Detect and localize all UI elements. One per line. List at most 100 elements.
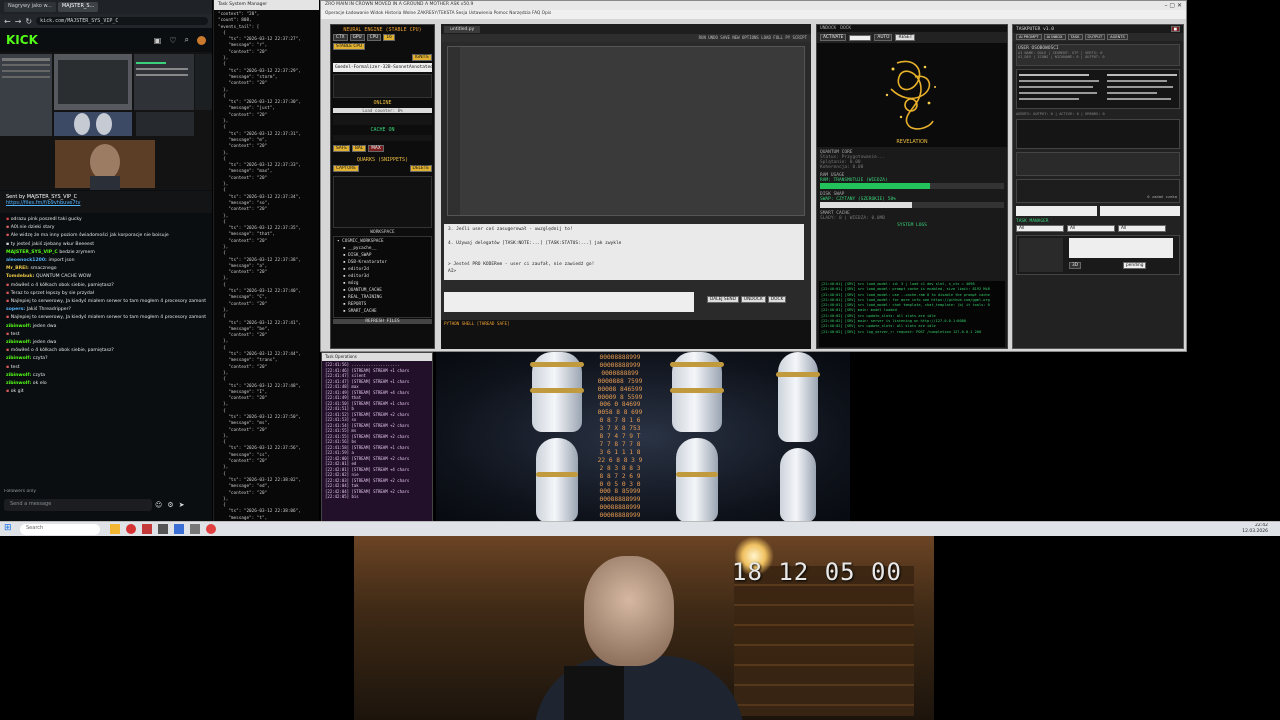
threads-button[interactable]: 16 bbox=[383, 34, 395, 41]
pinned-link[interactable]: https://files.fm/f/b9vhbuve7tv bbox=[6, 200, 206, 206]
workspace-item[interactable]: ▪ QUANTUM_CACHE bbox=[337, 287, 428, 294]
close-icon[interactable]: ✕ bbox=[1177, 2, 1182, 9]
chat-username[interactable]: zibinwolf: bbox=[6, 324, 33, 329]
undock-button[interactable]: UNDOCK bbox=[740, 296, 766, 303]
chat-username[interactable]: zibinwolf: bbox=[6, 381, 33, 386]
max-button[interactable]: MAX bbox=[368, 145, 384, 152]
dock-tab[interactable]: DOCK bbox=[840, 26, 851, 31]
taskputer-tab[interactable]: OUTPUT bbox=[1084, 34, 1106, 40]
search-icon[interactable]: ⌕ bbox=[185, 35, 189, 45]
taskputer-tab[interactable]: AI INBOX bbox=[1043, 34, 1066, 40]
theater-icon[interactable]: ▣ bbox=[154, 36, 162, 45]
reload-icon[interactable]: ↻ bbox=[25, 17, 32, 26]
cpu-button[interactable]: CPU bbox=[366, 34, 382, 41]
browser-tab-2[interactable]: MAJSTER_S... bbox=[57, 2, 99, 12]
status-select[interactable]: pending bbox=[1123, 262, 1147, 269]
stop-all-button[interactable]: ■ bbox=[1170, 26, 1180, 32]
workspace-item[interactable]: ▪ SMART_CACHE bbox=[337, 308, 428, 315]
workspace-item[interactable]: ▪ REAL_TRAINING bbox=[337, 294, 428, 301]
taskputer-tab[interactable]: TASK bbox=[1067, 34, 1083, 40]
settings-icon[interactable]: ⚙ bbox=[167, 501, 173, 509]
filter-3[interactable]: All bbox=[1118, 225, 1166, 232]
editor-toolbar[interactable]: RUN UNDO SAVE NEW OPTIONS LOAD FULL PY S… bbox=[441, 34, 811, 42]
forward-icon[interactable]: → bbox=[15, 17, 22, 26]
avatar[interactable] bbox=[197, 35, 206, 45]
chat-username[interactable]: MAJSTER_SYS_VIP_C bbox=[6, 250, 59, 255]
quarks-list[interactable] bbox=[333, 176, 432, 228]
python-shell[interactable]: PYTHON SHELL [THREAD SAFE] bbox=[441, 320, 811, 349]
workspace-item[interactable]: ▪ DSB-Kreatorator bbox=[337, 259, 428, 266]
task-manager-list[interactable]: 3D pending bbox=[1016, 235, 1180, 275]
json-log-window: Task System Manager "context": "20", "co… bbox=[213, 0, 319, 521]
dock-button[interactable]: DOCK bbox=[767, 296, 787, 303]
chat-username[interactable]: Mr_BREI: bbox=[6, 266, 30, 271]
heart-icon[interactable]: ♡ bbox=[169, 36, 176, 45]
chat-message: ▪ mówiłeś o 4 kółkach obok siebie, pamię… bbox=[6, 282, 206, 290]
start-icon[interactable]: ⊞ bbox=[4, 523, 12, 533]
taskputer-tab[interactable]: AGENTS bbox=[1107, 34, 1128, 40]
app-icon-terminal[interactable] bbox=[158, 524, 168, 534]
chat-username[interactable]: sopers: bbox=[6, 307, 27, 312]
task-notes[interactable] bbox=[1069, 238, 1173, 258]
workspace-tree[interactable]: ▾ COSMIC_WORKSPACE ▪ __pycache__ ▪ DISK_SW… bbox=[333, 236, 432, 318]
editor-file-tab[interactable]: untitled.py bbox=[444, 26, 481, 33]
url-input[interactable]: kick.com/MAJSTER_SYS_VIP_C bbox=[36, 17, 208, 25]
safe-button[interactable]: SAFE bbox=[333, 145, 350, 152]
undock-tab[interactable]: UNDOCK bbox=[820, 26, 836, 31]
workspace-item[interactable]: ▾ COSMIC_WORKSPACE bbox=[337, 238, 428, 245]
task-input-1[interactable] bbox=[1016, 206, 1097, 216]
minimize-icon[interactable]: – bbox=[1164, 2, 1167, 9]
btn-3d[interactable]: 3D bbox=[1069, 262, 1082, 269]
gpu-button[interactable]: GPU bbox=[349, 34, 365, 41]
reset-button[interactable]: RESET bbox=[895, 34, 916, 41]
mode-select[interactable] bbox=[849, 34, 872, 41]
filter-2[interactable]: All bbox=[1067, 225, 1115, 232]
task-queue[interactable]: 0 zadań czeka bbox=[1016, 179, 1180, 203]
taskbar-clock[interactable]: 22:42 12.03.2026 bbox=[1242, 523, 1268, 535]
chat-username[interactable]: aleoenock1200: bbox=[6, 258, 49, 263]
ignite-button[interactable]: IGNITE bbox=[411, 54, 432, 61]
delete-button[interactable]: DELETE bbox=[409, 165, 432, 172]
taskbar-search[interactable]: Search bbox=[20, 524, 100, 535]
menu-bar[interactable]: Operacje Ładowanie Widok Historia Wolne … bbox=[321, 10, 1186, 19]
model-select[interactable]: Goedel-Formalizer-32B-SonnetAnnotated bbox=[333, 63, 432, 72]
bal-button[interactable]: BAL bbox=[351, 145, 367, 152]
ctx-button[interactable]: CTX bbox=[333, 34, 348, 41]
task-log-list[interactable] bbox=[1016, 69, 1180, 109]
chat-username[interactable]: zibinwolf: bbox=[6, 356, 33, 361]
workspace-item[interactable]: ▪ editor2d bbox=[337, 266, 428, 273]
ai-prompt-input[interactable] bbox=[444, 292, 694, 312]
workspace-item[interactable]: ▪ __pycache__ bbox=[337, 245, 428, 252]
code-area[interactable] bbox=[447, 46, 805, 216]
dalej-send-button[interactable]: DALEJ SEND bbox=[707, 296, 739, 303]
task-input-2[interactable] bbox=[1099, 206, 1180, 216]
chat-username[interactable]: Tomdebuk: bbox=[6, 274, 36, 279]
send-icon[interactable]: ➤ bbox=[179, 501, 185, 509]
emoji-icon[interactable]: ☺ bbox=[155, 501, 162, 509]
filter-1[interactable]: All bbox=[1016, 225, 1064, 232]
capture-button[interactable]: CAPTURE bbox=[333, 165, 360, 172]
chat-input[interactable]: Send a message bbox=[4, 499, 152, 511]
browser-tab-1[interactable]: Nagrywy jako w... bbox=[4, 2, 56, 12]
maximize-icon[interactable]: ▢ bbox=[1169, 2, 1175, 9]
app-icon-blue[interactable] bbox=[174, 524, 184, 534]
back-icon[interactable]: ← bbox=[4, 17, 11, 26]
kick-logo[interactable]: KICK bbox=[6, 33, 38, 47]
stream-preview[interactable] bbox=[0, 52, 212, 190]
auto-toggle[interactable]: AUTO bbox=[874, 34, 893, 41]
chat-username[interactable]: zibinwolf: bbox=[6, 373, 33, 378]
chat-username[interactable]: zibinwolf: bbox=[6, 340, 33, 345]
app-icon-record[interactable] bbox=[206, 524, 216, 534]
taskputer-tab[interactable]: AI PROMPT bbox=[1016, 34, 1042, 40]
workspace-item[interactable]: ▪ REPORTS bbox=[337, 301, 428, 308]
app-icon-grey[interactable] bbox=[190, 524, 200, 534]
chrome-icon[interactable] bbox=[126, 524, 136, 534]
workspace-item[interactable]: ▪ mózg bbox=[337, 280, 428, 287]
activate-button[interactable]: ACTIVATE bbox=[820, 34, 847, 41]
folder-icon[interactable] bbox=[110, 524, 120, 534]
workspace-item[interactable]: ▪ DISK_SWAP bbox=[337, 252, 428, 259]
refresh-files-button[interactable]: REFRESH FILES bbox=[333, 319, 432, 324]
streamer bbox=[534, 556, 744, 720]
workspace-item[interactable]: ▪ editor3d bbox=[337, 273, 428, 280]
app-icon-red[interactable] bbox=[142, 524, 152, 534]
